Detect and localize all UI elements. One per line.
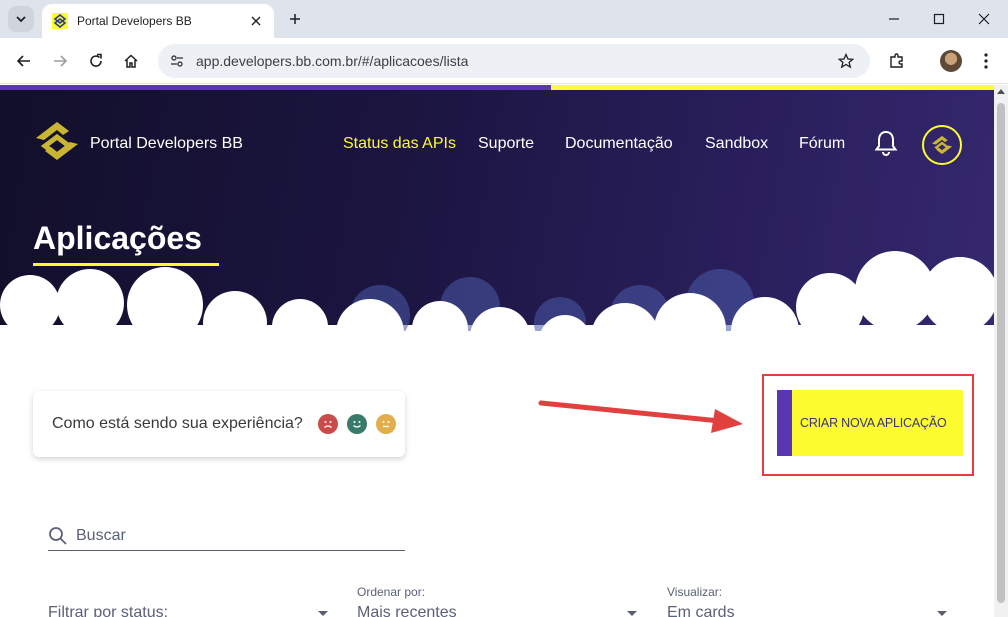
plus-icon	[290, 14, 300, 24]
home-icon	[124, 54, 138, 68]
maximize-button[interactable]	[925, 6, 953, 32]
search-input[interactable]	[76, 526, 405, 545]
browser-toolbar: app.developers.bb.com.br/#/aplicacoes/li…	[0, 38, 1008, 84]
portal-name[interactable]: Portal Developers BB	[90, 135, 243, 153]
more-vertical-icon	[984, 53, 988, 69]
scroll-up-icon[interactable]	[997, 89, 1005, 94]
happy-face-glyph	[352, 421, 361, 428]
caret-down-icon	[937, 611, 947, 616]
maximize-icon	[933, 13, 945, 25]
reload-button[interactable]	[84, 49, 108, 73]
sort-select[interactable]: Ordenar por: Mais recentes	[357, 585, 637, 617]
feedback-card: Como está sendo sua experiência?	[33, 391, 405, 457]
url-text: app.developers.bb.com.br/#/aplicacoes/li…	[196, 53, 469, 69]
sort-label: Ordenar por:	[357, 585, 426, 599]
reload-icon	[90, 53, 102, 67]
annotation-arrow-icon	[538, 400, 743, 433]
page-viewport: Portal Developers BB Status das APIs Sup…	[0, 85, 994, 617]
status-filter-value: Filtrar por status:	[48, 604, 169, 617]
view-mode-label: Visualizar:	[667, 585, 723, 599]
view-mode-value: Em cards	[667, 604, 735, 617]
bb-logo-icon	[931, 135, 953, 155]
site-info-button[interactable]	[166, 50, 188, 72]
close-tab-button[interactable]	[248, 13, 264, 29]
sort-value: Mais recentes	[357, 604, 457, 617]
close-icon	[251, 16, 261, 26]
address-bar[interactable]: app.developers.bb.com.br/#/aplicacoes/li…	[158, 44, 870, 78]
user-menu-button[interactable]	[922, 125, 962, 165]
caret-down-icon	[318, 611, 328, 616]
nav-suporte[interactable]: Suporte	[478, 135, 534, 153]
browser-tab[interactable]: Portal Developers BB	[42, 4, 274, 38]
bell-icon[interactable]	[874, 130, 898, 156]
extensions-button[interactable]	[885, 49, 909, 73]
scroll-thumb[interactable]	[997, 103, 1005, 603]
puzzle-icon	[890, 53, 903, 68]
caret-down-icon	[627, 611, 637, 616]
bookmark-button[interactable]	[834, 49, 858, 73]
clouds-decoration	[0, 251, 994, 395]
minimize-icon	[889, 18, 899, 20]
nav-documentacao[interactable]: Documentação	[565, 135, 673, 153]
sad-face-glyph	[323, 421, 332, 429]
neutral-face-icon[interactable]	[375, 414, 396, 434]
back-button[interactable]	[12, 49, 36, 73]
nav-forum[interactable]: Fórum	[799, 135, 845, 153]
bb-logo-icon[interactable]	[32, 116, 82, 166]
profile-avatar[interactable]	[940, 50, 962, 72]
search-field[interactable]	[48, 521, 405, 551]
arrow-right-icon	[54, 55, 68, 67]
arrow-left-icon	[16, 55, 30, 67]
nav-status-apis[interactable]: Status das APIs	[343, 135, 456, 153]
create-application-button[interactable]: CRIAR NOVA APLICAÇÃO	[777, 390, 963, 456]
forward-button[interactable]	[48, 49, 72, 73]
nav-sandbox[interactable]: Sandbox	[705, 135, 768, 153]
star-icon	[838, 53, 854, 69]
tab-search-button[interactable]	[8, 6, 34, 32]
page-scrollbar[interactable]	[994, 85, 1008, 617]
chevron-down-icon	[16, 16, 26, 23]
browser-tab-bar: Portal Developers BB	[0, 0, 1008, 38]
tune-icon	[171, 55, 183, 67]
neutral-face-glyph	[382, 421, 390, 428]
browser-menu-button[interactable]	[974, 49, 998, 73]
sad-face-icon[interactable]	[317, 414, 338, 434]
home-button[interactable]	[119, 49, 143, 73]
view-mode-select[interactable]: Visualizar: Em cards	[667, 585, 947, 617]
feedback-question: Como está sendo sua experiência?	[52, 415, 303, 432]
close-window-button[interactable]	[970, 6, 998, 32]
tab-title: Portal Developers BB	[77, 14, 192, 28]
search-icon	[49, 526, 67, 545]
create-application-label: CRIAR NOVA APLICAÇÃO	[800, 416, 947, 430]
new-tab-button[interactable]	[284, 8, 306, 30]
happy-face-icon[interactable]	[346, 414, 367, 434]
cta-stripe	[777, 390, 792, 456]
status-filter-select[interactable]: Filtrar por status:	[48, 585, 328, 617]
minimize-button[interactable]	[880, 6, 908, 32]
close-icon	[978, 13, 990, 25]
bb-favicon-icon	[52, 13, 68, 29]
